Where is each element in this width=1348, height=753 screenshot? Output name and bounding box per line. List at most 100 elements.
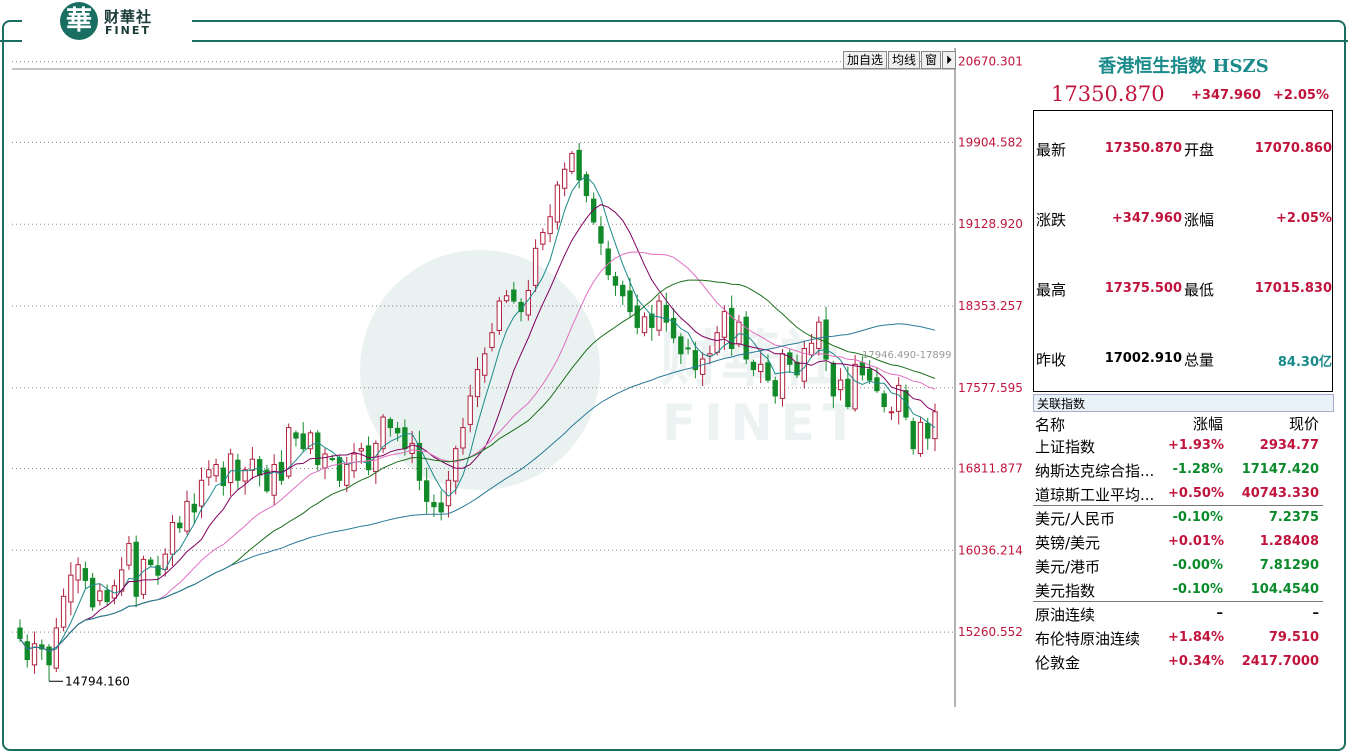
candle-body [75,564,81,581]
candle-body [387,419,394,429]
window-button[interactable]: 窗 [921,51,942,69]
related-pct: -0.10% [1172,582,1224,597]
candle-body [503,295,510,302]
play-icon[interactable]: ⏵ [942,51,957,69]
candle-body [554,184,561,223]
related-pct: – [1216,606,1224,621]
candle-body [489,332,495,349]
candle-body [823,319,829,360]
related-pct: +0.50% [1168,486,1224,501]
candle-body [249,458,256,471]
candle-body [569,152,575,172]
candle-body [779,353,786,399]
candle-body [431,501,437,508]
related-pct: +0.34% [1168,654,1224,669]
candle-body [612,276,619,286]
candle-body [474,369,481,398]
related-price: 104.4540 [1250,582,1319,597]
candle-body [213,463,219,477]
related-name: 英镑/美元 [1035,534,1101,552]
related-name: 美元/人民币 [1035,510,1116,528]
candle-body [765,362,771,381]
candle-body [89,577,96,608]
candlestick-chart: 财華社FINET 20670.301 19904.582 19128.920 18353… [12,48,1023,707]
candle-body [525,290,532,316]
candle-body [888,411,895,414]
y-tick-label: 19904.582 [958,135,1023,149]
candle-body [82,568,89,581]
candle-body [874,377,880,392]
quote-value: +347.960 [1111,211,1182,226]
y-tick-label: 17577.595 [958,381,1023,395]
related-row[interactable]: 上证指数 +1.93% 2934.77 [1033,434,1334,458]
col-name: 名称 [1035,416,1066,434]
candle-body [438,502,444,513]
related-row[interactable]: 美元/人民币 -0.10% 7.2375 [1033,506,1334,530]
candle-body [17,627,23,639]
candle-body [467,395,473,425]
related-row[interactable]: 纳斯达克综合指... -1.28% 17147.420 [1033,458,1334,482]
related-price: 40743.330 [1241,486,1319,501]
quote-label: 总量 [1184,351,1215,369]
candle-body [532,247,539,286]
candle-body [758,363,764,373]
candle-body [344,463,350,486]
related-row[interactable]: 布伦特原油连续 +1.84% 79.510 [1033,626,1334,650]
candle-body [685,347,691,350]
candle-body [620,284,626,297]
related-row[interactable]: 原油连续 – – [1033,602,1334,626]
moving-average-button[interactable]: 均线 [888,51,921,69]
candle-body [169,521,176,555]
watermark-text-en: FINET [662,394,865,452]
add-watchlist-button[interactable]: 加自选 [843,51,888,69]
candle-body [271,463,277,496]
candle-body [721,311,728,338]
candle-body [46,646,52,666]
related-name: 美元/港币 [1035,558,1101,576]
candle-body [932,411,938,440]
quote-row: 最高 17375.500 最低 17015.830 [1034,279,1334,299]
related-price: 7.2375 [1268,510,1319,525]
y-tick-label: 16811.877 [958,462,1023,476]
related-row[interactable]: 美元指数 -0.10% 104.4540 [1033,578,1334,602]
related-row[interactable]: 英镑/美元 +0.01% 1.28408 [1033,530,1334,554]
related-row[interactable]: 伦敦金 +0.34% 2417.7000 [1033,650,1334,674]
col-price: 现价 [1288,415,1319,433]
low-label: 14794.160 [65,674,130,688]
quote-value: 17002.910 [1104,351,1182,366]
related-name: 布伦特原油连续 [1035,630,1141,648]
related-price: 2417.7000 [1241,654,1319,669]
quote-row: 最新 17350.870 开盘 17070.860 [1034,139,1334,159]
candle-body [859,362,866,376]
candle-body [910,421,916,450]
candle-body [561,168,568,189]
last-price: 17350.870 [1051,82,1165,106]
y-tick-label: 18353.257 [958,299,1023,313]
candle-body [358,448,364,452]
quote-box: 最新 17350.870 开盘 17070.860 涨跌 +347.960 涨幅… [1033,110,1333,392]
related-price: 17147.420 [1241,462,1319,477]
candle-body [750,361,757,371]
quote-value: 17015.830 [1254,281,1332,296]
candle-body [866,368,873,381]
related-pct: +1.93% [1168,438,1224,453]
candle-body [133,541,139,597]
candle-body [97,590,103,602]
candle-body [540,232,546,245]
candle-body [482,353,488,376]
related-row[interactable]: 道琼斯工业平均... +0.50% 40743.330 [1033,482,1334,506]
candle-body [816,321,822,349]
quote-label: 最高 [1036,281,1067,299]
quote-label: 涨跌 [1036,211,1067,229]
candle-body [656,300,662,331]
candle-body [576,149,582,181]
candle-body [547,216,553,235]
candle-body [148,559,154,566]
related-pct: -1.28% [1172,462,1224,477]
related-header: 关联指数 [1033,394,1334,412]
candle-body [634,305,640,328]
related-row[interactable]: 美元/港币 -0.00% 7.81290 [1033,554,1334,578]
candle-body [227,453,234,484]
related-name: 纳斯达克综合指... [1035,462,1155,480]
related-price: 2934.77 [1259,438,1319,453]
